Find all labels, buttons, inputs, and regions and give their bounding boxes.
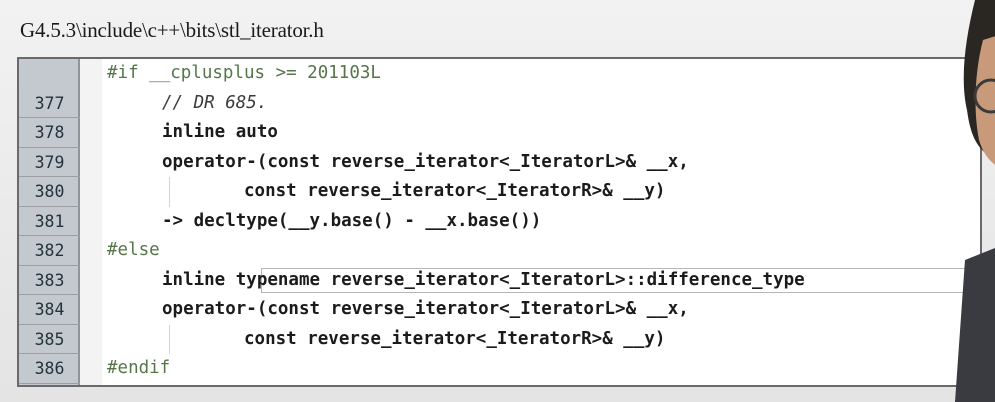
code-text: #endif	[107, 358, 171, 378]
presenter-silhouette	[935, 0, 995, 402]
code-text: inline typename reverse_iterator<_Iterat…	[162, 269, 805, 290]
code-line: 382 -> decltype(__y.base() - __x.base())	[19, 207, 980, 266]
code-text: #if __cplusplus >= 201103L	[107, 63, 381, 83]
code-line: 386 const reverse_iterator<_IteratorR>& …	[19, 324, 980, 384]
code-text: operator-(const reverse_iterator<_Iterat…	[162, 299, 689, 319]
line-number: 387	[19, 384, 80, 386]
code-line: 383 #else	[19, 236, 980, 295]
file-path-title: G4.5.3\include\c++\bits\stl_iterator.h	[20, 18, 324, 42]
indent-guide	[169, 177, 170, 207]
code-line: 381 const reverse_iterator<_IteratorR>& …	[19, 177, 980, 236]
code-line: 377 #if __cplusplus >= 201103L	[19, 59, 980, 118]
code-line: 378 // DR 685.	[19, 89, 980, 148]
code-text: const reverse_iterator<_IteratorR>& __y)	[244, 328, 666, 349]
code-text: inline auto	[162, 122, 278, 142]
code-line: 379 inline auto	[19, 118, 980, 177]
code-text: #else	[107, 240, 160, 260]
code-text: const reverse_iterator<_IteratorR>& __y)	[244, 181, 666, 201]
code-line: 387 #endif	[19, 354, 980, 384]
code-line: 384 inline typename reverse_iterator<_It…	[19, 266, 980, 325]
code-text: // DR 685.	[162, 92, 268, 113]
code-text: operator-(const reverse_iterator<_Iterat…	[162, 151, 689, 172]
code-line: 380 operator-(const reverse_iterator<_It…	[19, 148, 980, 207]
indent-guide	[169, 324, 170, 354]
code-listing: 377 #if __cplusplus >= 201103L 378 // DR…	[17, 57, 982, 387]
code-text: -> decltype(__y.base() - __x.base())	[162, 210, 542, 231]
code-line: 385 operator-(const reverse_iterator<_It…	[19, 295, 980, 354]
